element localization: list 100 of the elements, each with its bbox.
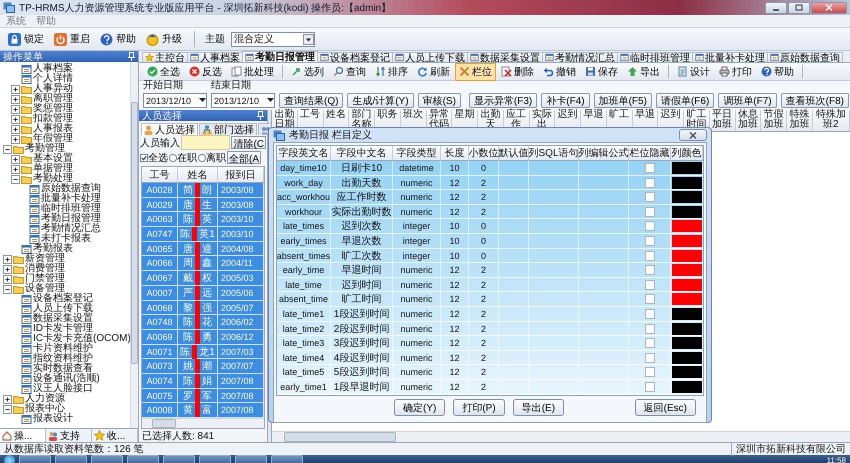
tab[interactable]: 考勤情况汇总 xyxy=(542,52,618,62)
tree-item[interactable]: 人事档案 xyxy=(0,64,130,74)
tree-item[interactable]: 个人详情 xyxy=(0,74,130,84)
scrollbar[interactable] xyxy=(142,418,264,428)
column-header[interactable]: 报到日 xyxy=(218,167,264,182)
scrollbar[interactable] xyxy=(130,62,138,428)
tree-item[interactable]: 设备通讯(浩顺) xyxy=(0,374,130,384)
color-swatch[interactable] xyxy=(672,352,702,364)
checkbox[interactable] xyxy=(644,221,654,232)
toolbar-button[interactable]: 全选 xyxy=(143,62,184,80)
expand-toggle[interactable] xyxy=(3,394,12,404)
color-swatch[interactable] xyxy=(672,176,702,189)
checkbox[interactable] xyxy=(644,352,654,363)
panel-tab[interactable]: 部门选择 xyxy=(199,123,257,135)
checkbox[interactable] xyxy=(644,192,654,202)
checkbox[interactable] xyxy=(644,178,654,188)
tree-item[interactable]: 门禁管理 xyxy=(0,274,130,284)
date-picker[interactable]: 2013/12/10 xyxy=(143,93,207,108)
checkbox[interactable] xyxy=(644,163,654,173)
tree-item[interactable]: 数据采集设置 xyxy=(0,314,130,324)
expand-toggle[interactable] xyxy=(11,114,20,124)
column-header[interactable]: 工号 xyxy=(142,167,178,182)
checkbox[interactable] xyxy=(644,324,654,334)
shortcut-button[interactable]: 调班单(F7) xyxy=(718,93,777,108)
shortcut-button[interactable]: 请假单(F6) xyxy=(656,93,714,108)
dialog-button[interactable]: 导出(E) xyxy=(512,399,564,416)
tab[interactable]: 批量补卡处理 xyxy=(692,52,768,62)
tree-item[interactable]: 考勤情况汇总 xyxy=(0,224,130,234)
color-swatch[interactable] xyxy=(672,293,702,306)
toolbar-button[interactable]: 反选 xyxy=(185,62,226,80)
column-header[interactable]: 栏位隐藏 xyxy=(629,146,671,160)
expand-toggle[interactable] xyxy=(11,94,20,104)
expand-toggle[interactable] xyxy=(11,104,20,114)
minimize-button[interactable] xyxy=(765,2,787,14)
tree-item[interactable]: 原始数据查询 xyxy=(0,184,130,194)
tree-item[interactable]: 报表设计 xyxy=(0,414,130,424)
expand-toggle[interactable] xyxy=(3,144,12,154)
pin-icon[interactable] xyxy=(257,111,264,120)
tab[interactable]: 人事档案 xyxy=(187,52,243,62)
column-header[interactable]: 节假加班 xyxy=(761,110,787,131)
tree-item[interactable]: 人力资源 xyxy=(0,394,130,404)
back-button[interactable]: 返回(Esc) xyxy=(634,399,696,416)
checkbox[interactable] xyxy=(644,280,654,290)
expand-toggle[interactable] xyxy=(3,264,12,274)
tree-item[interactable]: 单据管理 xyxy=(0,164,130,174)
column-header[interactable]: 姓名 xyxy=(178,167,218,182)
color-swatch[interactable] xyxy=(672,278,702,291)
menu-item[interactable]: 帮助 xyxy=(36,14,56,28)
checkbox[interactable] xyxy=(644,308,654,319)
tree-item[interactable]: 卡片资料维护 xyxy=(0,344,130,354)
column-header[interactable]: 列颜色 xyxy=(671,146,703,160)
expand-toggle[interactable] xyxy=(3,284,12,294)
pin-icon[interactable] xyxy=(128,52,135,61)
tab[interactable]: 数据采集设置 xyxy=(467,52,543,62)
color-swatch[interactable] xyxy=(672,308,702,320)
tree-item[interactable]: 实时数据查看 xyxy=(0,364,130,374)
clear-button[interactable]: 清除(C xyxy=(231,136,266,149)
shortcut-button[interactable]: 加班单(F5) xyxy=(594,93,652,108)
expand-toggle[interactable] xyxy=(3,254,12,264)
dialog-button[interactable]: 打印(P) xyxy=(453,399,505,416)
toolbar-button[interactable]: 批处理 xyxy=(227,62,278,80)
toolbar-button[interactable]: 栏位 xyxy=(455,62,496,80)
maximize-button[interactable] xyxy=(788,2,810,14)
tree-item[interactable]: 离职管理 xyxy=(0,94,130,104)
column-header[interactable]: 字段类型 xyxy=(393,146,441,160)
color-swatch[interactable] xyxy=(672,162,702,174)
checkbox[interactable] xyxy=(644,382,654,392)
tree-item[interactable]: 基本设置 xyxy=(0,154,130,164)
theme-dropdown[interactable]: 混合定义 xyxy=(231,32,315,46)
column-header[interactable]: 休息加班 xyxy=(736,110,762,131)
color-swatch[interactable] xyxy=(672,322,702,335)
toolbar-button[interactable]: 帮助 xyxy=(757,62,798,80)
color-swatch[interactable] xyxy=(672,220,702,232)
column-header[interactable]: 特殊加班2 xyxy=(812,110,850,131)
checkbox[interactable] xyxy=(644,265,654,276)
expand-toggle[interactable] xyxy=(11,124,20,134)
color-swatch[interactable] xyxy=(672,264,702,276)
tree-item[interactable]: 临时排班管理 xyxy=(0,204,130,214)
panel-tab[interactable]: 人员选择 xyxy=(141,123,198,135)
toolbar-button[interactable]: 撤销 xyxy=(539,62,580,80)
column-header[interactable]: 默认值 xyxy=(499,146,529,160)
close-button[interactable] xyxy=(679,129,707,141)
color-swatch[interactable] xyxy=(672,337,702,350)
checkbox[interactable] xyxy=(644,294,654,304)
tab[interactable]: 考勤日报管理 xyxy=(242,51,318,62)
tree-item[interactable]: 人事报表 xyxy=(0,124,130,134)
checkbox[interactable] xyxy=(644,250,654,261)
start-button[interactable] xyxy=(4,455,15,463)
shortcut-button[interactable]: 显示异常(F3) xyxy=(468,93,538,108)
toolbar-button[interactable]: 刷新 xyxy=(413,62,454,80)
tree-item[interactable]: 消费管理 xyxy=(0,264,130,274)
tree-item[interactable]: 人事异动 xyxy=(0,84,130,94)
expand-toggle[interactable] xyxy=(11,134,20,144)
color-swatch[interactable] xyxy=(672,250,702,262)
tab[interactable]: 原始数据查询 xyxy=(767,52,843,62)
dialog-button[interactable]: 确定(Y) xyxy=(394,399,446,416)
tree-item[interactable]: 奖惩管理 xyxy=(0,104,130,114)
shortcut-button[interactable]: 查看班次(F8) xyxy=(780,93,849,108)
expand-toggle[interactable] xyxy=(11,164,20,174)
expand-toggle[interactable] xyxy=(3,404,12,414)
